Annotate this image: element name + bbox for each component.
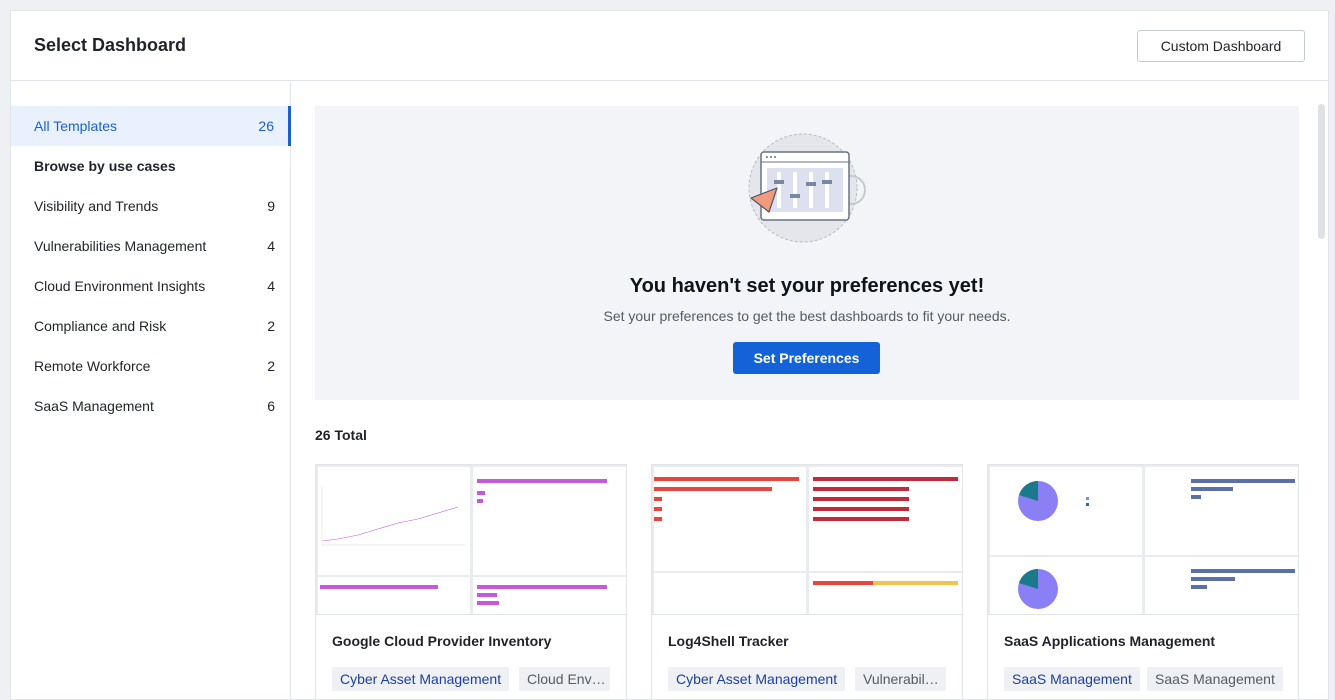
sidebar-heading-label: Browse by use cases bbox=[34, 158, 176, 174]
banner-title: You haven't set your preferences yet! bbox=[629, 275, 985, 297]
card-tag: SaaS Management bbox=[1004, 667, 1140, 691]
card-tag: Cloud Env… bbox=[519, 667, 610, 691]
template-card[interactable]: Log4Shell Tracker Cyber Asset Management… bbox=[651, 464, 963, 699]
card-title: Log4Shell Tracker bbox=[668, 633, 789, 649]
card-thumbnail bbox=[652, 465, 962, 615]
card-thumbnail bbox=[316, 465, 626, 615]
sidebar-item-label: Visibility and Trends bbox=[34, 198, 159, 214]
sidebar-item-count: 2 bbox=[267, 318, 275, 334]
sidebar-item-label: Remote Workforce bbox=[34, 358, 151, 374]
dashboard-selector-window: Select Dashboard Custom Dashboard All Te… bbox=[10, 10, 1329, 700]
sidebar-item-label: Compliance and Risk bbox=[34, 318, 167, 334]
sidebar-item-saas-management[interactable]: SaaS Management 6 bbox=[11, 386, 291, 426]
total-count: 26 Total bbox=[315, 427, 367, 443]
card-thumbnail bbox=[988, 465, 1298, 615]
sidebar-item-label: Vulnerabilities Management bbox=[34, 238, 207, 254]
sidebar-item-visibility-trends[interactable]: Visibility and Trends 9 bbox=[11, 186, 291, 226]
custom-dashboard-button[interactable]: Custom Dashboard bbox=[1137, 30, 1305, 62]
sidebar-item-count: 4 bbox=[267, 278, 275, 294]
main-content: You haven't set your preferences yet! Se… bbox=[292, 82, 1328, 699]
card-tag: Cyber Asset Management bbox=[332, 667, 510, 691]
sidebar-item-cloud-insights[interactable]: Cloud Environment Insights 4 bbox=[11, 266, 291, 306]
page-title: Select Dashboard bbox=[34, 35, 187, 55]
sidebar-item-compliance-risk[interactable]: Compliance and Risk 2 bbox=[11, 306, 291, 346]
sidebar-item-count: 6 bbox=[267, 398, 275, 414]
sidebar-item-label: All Templates bbox=[34, 118, 118, 134]
sidebar: All Templates 26 Browse by use cases Vis… bbox=[11, 82, 291, 699]
template-card[interactable]: SaaS Applications Management SaaS Manage… bbox=[987, 464, 1299, 699]
card-tag: Cyber Asset Management bbox=[668, 667, 846, 691]
sidebar-item-count: 26 bbox=[258, 118, 274, 134]
sidebar-item-vulnerabilities[interactable]: Vulnerabilities Management 4 bbox=[11, 226, 291, 266]
preferences-illustration-icon bbox=[748, 133, 866, 243]
set-preferences-button[interactable]: Set Preferences bbox=[733, 342, 880, 374]
template-card[interactable]: Google Cloud Provider Inventory Cyber As… bbox=[315, 464, 627, 699]
sidebar-item-count: 9 bbox=[267, 198, 275, 214]
header: Select Dashboard Custom Dashboard bbox=[11, 11, 1328, 81]
sidebar-item-count: 4 bbox=[267, 238, 275, 254]
sidebar-item-all-templates[interactable]: All Templates 26 bbox=[11, 106, 291, 146]
card-tag: SaaS Management bbox=[1147, 667, 1283, 691]
sidebar-item-count: 2 bbox=[267, 358, 275, 374]
card-tag: Vulnerabil… bbox=[855, 667, 946, 691]
sidebar-heading: Browse by use cases bbox=[11, 146, 291, 186]
preferences-banner: You haven't set your preferences yet! Se… bbox=[315, 106, 1299, 400]
banner-subtitle: Set your preferences to get the best das… bbox=[603, 308, 1011, 324]
sidebar-item-label: SaaS Management bbox=[34, 398, 154, 414]
card-title: Google Cloud Provider Inventory bbox=[332, 633, 552, 649]
card-title: SaaS Applications Management bbox=[1004, 633, 1216, 649]
sidebar-item-label: Cloud Environment Insights bbox=[34, 278, 206, 294]
sidebar-item-remote-workforce[interactable]: Remote Workforce 2 bbox=[11, 346, 291, 386]
scrollbar[interactable] bbox=[1318, 104, 1325, 239]
